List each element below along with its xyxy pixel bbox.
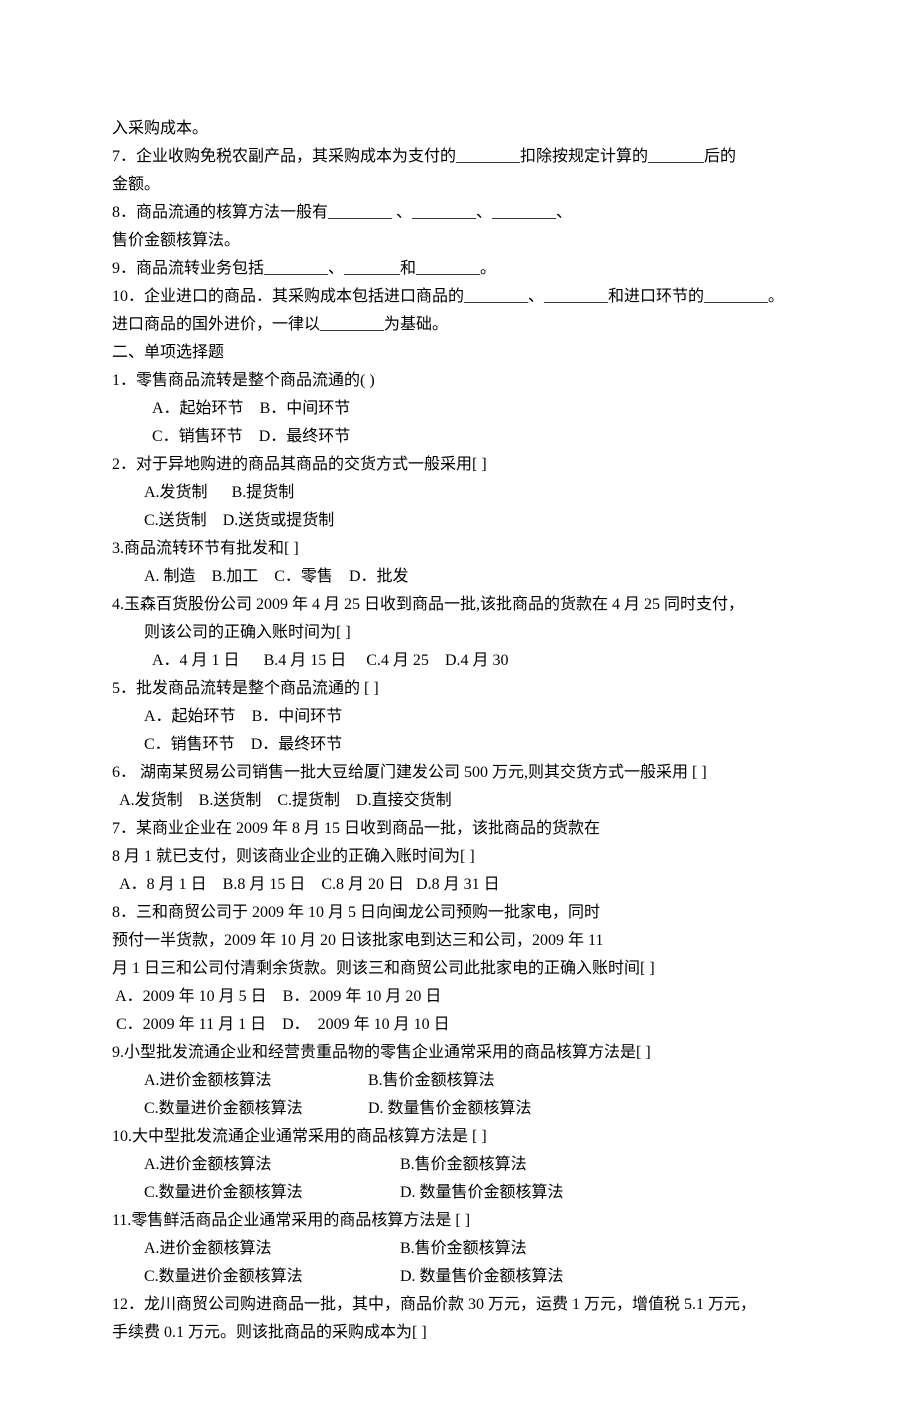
mc-q8-stem3: 月 1 日三和公司付清剩余货款。则该三和商贸公司此批家电的正确入账时间[ ] <box>112 955 808 983</box>
mc-q1-b: B．中间环节 <box>260 400 351 417</box>
mc-q1-stem: 1．零售商品流转是整个商品流通的( ) <box>112 367 808 395</box>
mc-q12-stem: 12．龙川商贸公司购进商品一批，其中，商品价款 30 万元，运费 1 万元，增值… <box>112 1291 808 1319</box>
mc-q9-stem: 9.小型批发流通企业和经营贵重品物的零售企业通常采用的商品核算方法是[ ] <box>112 1039 808 1067</box>
mc-q8-stem2: 预付一半货款，2009 年 10 月 20 日该批家电到达三和公司，2009 年… <box>112 927 808 955</box>
fill-blank-q10: 10．企业进口的商品．其采购成本包括进口商品的________、________… <box>112 283 808 311</box>
mc-q10-row1: A.进价金额核算法B.售价金额核算法 <box>112 1151 808 1179</box>
mc-q3-b: B.加工 <box>212 568 259 585</box>
mc-q7-stem: 7．某商业企业在 2009 年 8 月 15 日收到商品一批，该批商品的货款在 <box>112 815 808 843</box>
mc-q9-b: B.售价金额核算法 <box>368 1072 495 1089</box>
fill-blank-q7b: 金额。 <box>112 171 808 199</box>
mc-q11-c: C.数量进价金额核算法 <box>144 1263 400 1291</box>
mc-q3-stem: 3.商品流转环节有批发和[ ] <box>112 535 808 563</box>
mc-q9-d: D. 数量售价金额核算法 <box>368 1100 532 1117</box>
mc-q5-stem: 5．批发商品流转是整个商品流通的 [ ] <box>112 675 808 703</box>
mc-q5-d: D．最终环节 <box>251 736 343 753</box>
mc-q7-opts: A．8 月 1 日 B.8 月 15 日 C.8 月 20 日 D.8 月 31… <box>112 871 808 899</box>
mc-q1-row1: A．起始环节 B．中间环节 <box>112 395 808 423</box>
mc-q5-b: B．中间环节 <box>252 708 343 725</box>
mc-q9-row1: A.进价金额核算法B.售价金额核算法 <box>112 1067 808 1095</box>
mc-q1-a: A．起始环节 <box>152 400 244 417</box>
mc-q9-row2: C.数量进价金额核算法D. 数量售价金额核算法 <box>112 1095 808 1123</box>
mc-q11-row1: A.进价金额核算法B.售价金额核算法 <box>112 1235 808 1263</box>
mc-q4-row: A．4 月 1 日 B.4 月 15 日 C.4 月 25 D.4 月 30 <box>112 647 808 675</box>
mc-q11-b: B.售价金额核算法 <box>400 1240 527 1257</box>
mc-q4-stem: 4.玉森百货股份公司 2009 年 4 月 25 日收到商品一批,该批商品的货款… <box>112 591 808 619</box>
mc-q9-a: A.进价金额核算法 <box>144 1067 368 1095</box>
mc-q10-c: C.数量进价金额核算法 <box>144 1179 400 1207</box>
mc-q5-c: C．销售环节 <box>144 736 235 753</box>
mc-q10-b: B.售价金额核算法 <box>400 1156 527 1173</box>
mc-q4-a: A．4 月 1 日 <box>152 652 240 669</box>
fill-blank-q8b: 售价金额核算法。 <box>112 227 808 255</box>
mc-q2-row1: A.发货制 B.提货制 <box>112 479 808 507</box>
mc-q2-row2: C.送货制 D.送货或提货制 <box>112 507 808 535</box>
mc-q4-stem2: 则该公司的正确入账时间为[ ] <box>112 619 808 647</box>
mc-q6-stem: 6． 湖南某贸易公司销售一批大豆给厦门建发公司 500 万元,则其交货方式一般采… <box>112 759 808 787</box>
mc-q10-d: D. 数量售价金额核算法 <box>400 1184 564 1201</box>
mc-q10-row2: C.数量进价金额核算法D. 数量售价金额核算法 <box>112 1179 808 1207</box>
mc-q8-opts1: A．2009 年 10 月 5 日 B．2009 年 10 月 20 日 <box>112 983 808 1011</box>
mc-q3-c: C．零售 <box>274 568 333 585</box>
mc-q11-stem: 11.零售鲜活商品企业通常采用的商品核算方法是 [ ] <box>112 1207 808 1235</box>
mc-q10-stem: 10.大中型批发流通企业通常采用的商品核算方法是 [ ] <box>112 1123 808 1151</box>
mc-q5-row2: C．销售环节 D．最终环节 <box>112 731 808 759</box>
fill-blank-q8: 8．商品流通的核算方法一般有________ 、________、_______… <box>112 199 808 227</box>
mc-q8-stem: 8．三和商贸公司于 2009 年 10 月 5 日向闽龙公司预购一批家电，同时 <box>112 899 808 927</box>
fill-blank-q9: 9．商品流转业务包括________、_______和________。 <box>112 255 808 283</box>
mc-q2-c: C.送货制 <box>144 512 207 529</box>
mc-q11-d: D. 数量售价金额核算法 <box>400 1268 564 1285</box>
fill-blank-q7: 7．企业收购免税农副产品，其采购成本为支付的________扣除按规定计算的__… <box>112 143 808 171</box>
mc-q5-a: A．起始环节 <box>144 708 236 725</box>
mc-q4-c: C.4 月 25 <box>366 652 429 669</box>
mc-q8-opts2: C．2009 年 11 月 1 日 D． 2009 年 10 月 10 日 <box>112 1011 808 1039</box>
mc-q9-c: C.数量进价金额核算法 <box>144 1095 368 1123</box>
mc-q2-d: D.送货或提货制 <box>223 512 335 529</box>
mc-q1-d: D．最终环节 <box>259 428 351 445</box>
mc-q10-a: A.进价金额核算法 <box>144 1151 400 1179</box>
mc-q7-stem2: 8 月 1 就已支付，则该商业企业的正确入账时间为[ ] <box>112 843 808 871</box>
fill-blank-q10b: 进口商品的国外进价，一律以________为基础。 <box>112 311 808 339</box>
mc-q2-a: A.发货制 <box>144 484 208 501</box>
mc-q1-c: C．销售环节 <box>152 428 243 445</box>
paragraph-fragment: 入采购成本。 <box>112 115 808 143</box>
mc-q6-opts: A.发货制 B.送货制 C.提货制 D.直接交货制 <box>112 787 808 815</box>
mc-q12-stem2: 手续费 0.1 万元。则该批商品的采购成本为[ ] <box>112 1319 808 1347</box>
mc-q3-d: D．批发 <box>349 568 409 585</box>
mc-q11-a: A.进价金额核算法 <box>144 1235 400 1263</box>
mc-q3-row: A. 制造 B.加工 C．零售 D．批发 <box>112 563 808 591</box>
mc-q2-b: B.提货制 <box>232 484 295 501</box>
mc-q2-stem: 2．对于异地购进的商品其商品的交货方式一般采用[ ] <box>112 451 808 479</box>
mc-q1-row2: C．销售环节 D．最终环节 <box>112 423 808 451</box>
mc-q5-row1: A．起始环节 B．中间环节 <box>112 703 808 731</box>
mc-q4-b: B.4 月 15 日 <box>264 652 347 669</box>
mc-q3-a: A. 制造 <box>144 568 196 585</box>
section-2-title: 二、单项选择题 <box>112 339 808 367</box>
mc-q4-d: D.4 月 30 <box>445 652 509 669</box>
document-page: 入采购成本。 7．企业收购免税农副产品，其采购成本为支付的________扣除按… <box>112 115 808 1347</box>
mc-q11-row2: C.数量进价金额核算法D. 数量售价金额核算法 <box>112 1263 808 1291</box>
